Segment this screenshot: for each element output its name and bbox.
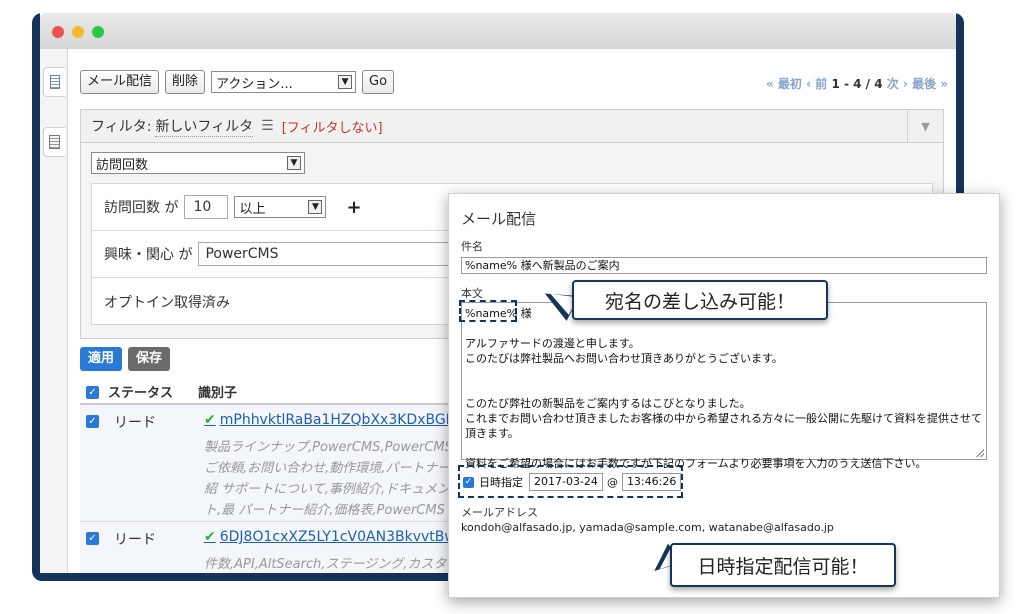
- maximize-window-button[interactable]: [92, 26, 104, 38]
- rule-optin-label: オプトイン取得済み: [104, 294, 230, 311]
- body-label: 本文: [461, 287, 483, 300]
- check-circle-icon: ✔: [204, 412, 216, 428]
- minimize-window-button[interactable]: [72, 26, 84, 38]
- row-tags: 件数,API,AltSearch,ステージング,カスタム ループ,プラグイン設定…: [204, 557, 447, 572]
- visits-count-input[interactable]: 10: [184, 195, 229, 219]
- column-identifier[interactable]: 識別子: [198, 382, 237, 401]
- delete-button[interactable]: 削除: [165, 70, 206, 94]
- action-select-value: アクション...: [216, 76, 293, 92]
- side-tab-list[interactable]: [43, 67, 65, 97]
- callout-name-insert: 宛名の差し込み可能！: [572, 280, 828, 320]
- add-rule-icon[interactable]: +: [346, 197, 361, 218]
- row-status: リード: [114, 532, 156, 548]
- chevron-down-icon: ▼: [287, 156, 301, 170]
- filter-actions: 適用 保存: [80, 347, 171, 371]
- highlight-schedule: [458, 465, 683, 498]
- close-window-button[interactable]: [52, 26, 64, 38]
- pager-prev[interactable]: ‹ 前: [806, 77, 827, 91]
- check-circle-icon: ✔: [204, 529, 216, 545]
- rule-field-value: 訪問回数: [96, 157, 149, 173]
- visits-operator-select[interactable]: 以上 ▼: [234, 196, 327, 218]
- pagination: « 最初 ‹ 前 1 - 4 / 4 次 › 最後 »: [766, 75, 948, 92]
- body-line: これまでお問い合わせ頂きましたお客様の中から希望される方々に一般公開に先駆けて資…: [465, 412, 982, 440]
- no-filter-link[interactable]: [フィルタしない]: [282, 117, 383, 136]
- filter-header: フィルタ: 新しいフィルタ ☰ [フィルタしない] ▼: [81, 110, 943, 143]
- subject-label: 件名: [461, 240, 483, 253]
- send-mail-button[interactable]: メール配信: [80, 70, 160, 94]
- row-identifier-link[interactable]: ✔ 6DJ8O1cxXZ5LY1cV0AN3BkvvtBwjC: [204, 529, 470, 545]
- row-identifier-link[interactable]: ✔ mPhhvktlRaBa1HZQbXx3KDxBGFAW: [204, 412, 475, 428]
- filter-label: フィルタ:: [91, 119, 152, 135]
- side-tabs: [40, 49, 68, 573]
- rule-interest-label: 興味・関心 が: [104, 247, 193, 263]
- pager-last[interactable]: 最後 »: [912, 77, 948, 91]
- document-icon: [49, 135, 60, 149]
- body-line: [465, 441, 983, 456]
- body-line: このたびは弊社製品へお問い合わせ頂きありがとうございます。: [465, 352, 783, 365]
- body-line: アルファサードの渡邊と申します。: [465, 337, 640, 350]
- row-status: リード: [114, 415, 156, 431]
- chevron-down-icon: ▼: [338, 75, 353, 89]
- visits-operator-value: 以上: [239, 201, 266, 217]
- collapse-caret-icon[interactable]: ▼: [907, 110, 943, 143]
- title-bar: [40, 13, 956, 49]
- list-icon: [49, 75, 60, 89]
- email-label: メールアドレス: [461, 506, 538, 519]
- resize-grip-icon[interactable]: [976, 449, 984, 457]
- column-status[interactable]: ステータス: [108, 382, 198, 401]
- body-textarea[interactable]: %name% 様 アルファサードの渡邊と申します。 このたびは弊社製品へお問い合…: [461, 302, 987, 470]
- body-line: [465, 321, 983, 336]
- toolbar: メール配信 削除 アクション... ▼ Go: [80, 70, 395, 94]
- apply-button[interactable]: 適用: [80, 347, 123, 371]
- list-icon[interactable]: ☰: [261, 118, 274, 134]
- save-button[interactable]: 保存: [128, 347, 171, 371]
- callout-scheduled-send: 日時指定配信可能！: [670, 543, 896, 587]
- highlight-name-placeholder: [459, 300, 517, 322]
- body-line: このたび弊社の新製品をご案内するはこびとなりました。: [465, 397, 751, 410]
- go-button[interactable]: Go: [362, 70, 395, 94]
- chevron-down-icon: ▼: [308, 200, 323, 214]
- pager-first[interactable]: « 最初: [766, 77, 802, 91]
- action-select[interactable]: アクション... ▼: [211, 71, 357, 93]
- row-checkbox[interactable]: ✓: [86, 415, 99, 428]
- side-tab-document[interactable]: [43, 127, 65, 157]
- pager-range: 1 - 4 / 4: [831, 77, 883, 91]
- dialog-title: メール配信: [461, 210, 537, 228]
- rule-visits-label: 訪問回数 が: [104, 200, 179, 216]
- row-checkbox[interactable]: ✓: [86, 532, 99, 545]
- mail-dialog: メール配信 件名 %name% 様へ新製品のご案内 本文 %name% 様 アル…: [448, 193, 1000, 598]
- rule-field-select[interactable]: 訪問回数 ▼: [91, 152, 305, 174]
- window-controls: [52, 26, 104, 38]
- filter-name[interactable]: 新しいフィルタ: [155, 116, 254, 137]
- subject-input[interactable]: %name% 様へ新製品のご案内: [461, 257, 987, 274]
- body-line: [465, 381, 983, 396]
- body-line: [465, 366, 983, 381]
- email-list: kondoh@alfasado.jp, yamada@sample.com, w…: [461, 521, 834, 534]
- pager-next[interactable]: 次 ›: [887, 77, 908, 91]
- select-all-checkbox[interactable]: ✓: [86, 385, 99, 399]
